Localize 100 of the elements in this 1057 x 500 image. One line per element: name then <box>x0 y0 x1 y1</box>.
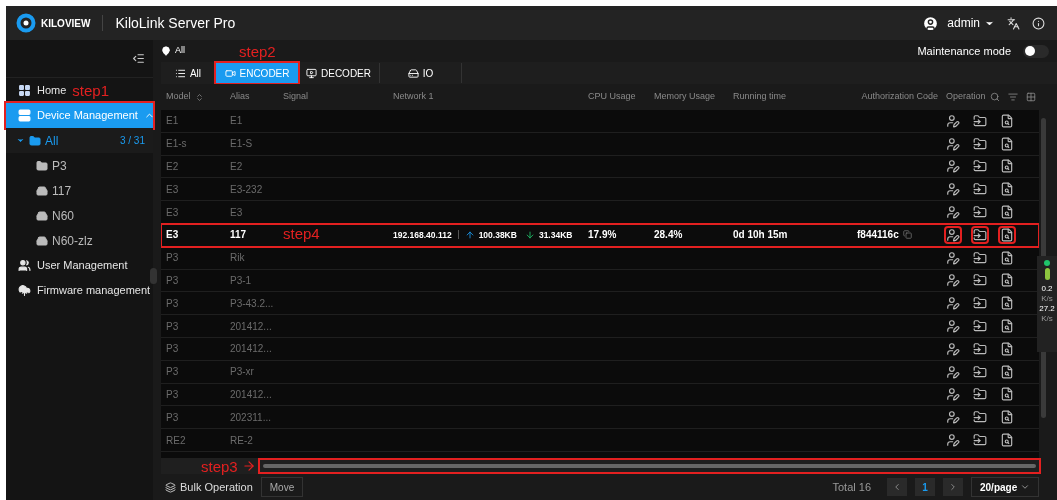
file-search-icon[interactable] <box>1000 364 1014 379</box>
user-edit-icon[interactable] <box>946 250 960 265</box>
user-edit-icon[interactable] <box>946 319 960 334</box>
device-count: 3 / 31 <box>119 134 145 148</box>
file-search-icon[interactable] <box>1000 433 1014 448</box>
table-cell-text: P3-43.2... <box>230 296 275 311</box>
total-count: Total 16 <box>832 479 871 495</box>
tree-item[interactable]: N60-zlz <box>6 228 153 253</box>
tree-item[interactable]: 117 <box>6 178 153 203</box>
page-size-select[interactable]: 20/page <box>971 477 1039 497</box>
table-cell-text: P3 <box>166 410 180 425</box>
user-edit-icon[interactable] <box>946 410 960 425</box>
user-edit-icon[interactable] <box>946 205 960 220</box>
page-button[interactable]: 1 <box>915 478 935 496</box>
sort-icon[interactable] <box>194 92 204 102</box>
table-cell-text: E3 <box>166 182 180 197</box>
maintenance-toggle[interactable] <box>1023 44 1049 58</box>
folder-arrow-icon[interactable] <box>973 364 987 379</box>
folder-arrow-icon[interactable] <box>973 341 987 356</box>
table-row[interactable]: P3 Rik <box>161 246 1039 270</box>
file-search-icon[interactable] <box>1000 205 1014 220</box>
tree-item[interactable]: All 3 / 31 <box>6 128 153 153</box>
folder-arrow-icon[interactable] <box>973 410 987 425</box>
speed-unit: K/s <box>1041 295 1053 303</box>
user-edit-icon[interactable] <box>946 227 960 242</box>
file-search-icon[interactable] <box>1000 319 1014 334</box>
user-edit-icon[interactable] <box>946 341 960 356</box>
table-cell-text: RE2 <box>166 433 187 448</box>
user-edit-icon[interactable] <box>946 296 960 311</box>
folder-arrow-icon[interactable] <box>973 182 987 197</box>
user-edit-icon[interactable] <box>946 182 960 197</box>
resize-handle[interactable] <box>150 268 157 284</box>
search-icon[interactable] <box>989 92 1000 102</box>
column-header[interactable]: Model <box>166 90 191 104</box>
folder-arrow-icon[interactable] <box>973 250 987 265</box>
folder-arrow-icon[interactable] <box>973 113 987 128</box>
file-search-icon[interactable] <box>1000 273 1014 288</box>
user-edit-icon[interactable] <box>946 364 960 379</box>
file-search-icon[interactable] <box>1000 341 1014 356</box>
menu-item[interactable]: Home step1 <box>6 78 153 103</box>
menu-item[interactable]: Device Management <box>6 103 153 128</box>
avatar-icon[interactable] <box>922 14 940 32</box>
user-edit-icon[interactable] <box>946 433 960 448</box>
user-edit-icon[interactable] <box>946 273 960 288</box>
menu-item[interactable]: Firmware management <box>6 278 153 303</box>
step-annotation: step4 <box>283 225 320 243</box>
folder-arrow-icon[interactable] <box>973 273 987 288</box>
move-button[interactable]: Move <box>260 477 304 497</box>
file-search-icon[interactable] <box>1000 136 1014 151</box>
folder-arrow-icon[interactable] <box>973 205 987 220</box>
chevron-right-icon <box>948 482 958 492</box>
ip-address: 192.168.40.112 <box>393 228 452 242</box>
io-icon <box>407 67 419 79</box>
user-edit-icon[interactable] <box>946 136 960 151</box>
folder-arrow-icon[interactable] <box>973 136 987 151</box>
info-icon[interactable] <box>1032 16 1045 30</box>
user-edit-icon[interactable] <box>946 113 960 128</box>
location-pin-icon <box>161 46 171 56</box>
file-search-icon[interactable] <box>1000 410 1014 425</box>
table-cell-text: E2 <box>230 160 244 174</box>
file-search-icon[interactable] <box>1000 113 1014 128</box>
folder-arrow-icon[interactable] <box>973 227 987 242</box>
user-name[interactable]: admin <box>947 14 980 32</box>
file-search-icon[interactable] <box>1000 227 1014 242</box>
horizontal-scrollbar[interactable] <box>259 460 1039 472</box>
tab[interactable]: IO <box>380 63 462 83</box>
user-edit-icon[interactable] <box>946 159 960 174</box>
tree-label: All <box>45 132 60 150</box>
folder-arrow-icon[interactable] <box>973 296 987 311</box>
language-icon[interactable] <box>1007 16 1020 30</box>
upload-speed: 0.2 <box>1041 285 1053 293</box>
folder-arrow-icon[interactable] <box>973 433 987 448</box>
user-edit-icon[interactable] <box>946 387 960 402</box>
column-header: Signal <box>283 90 309 104</box>
table-cell-text: E3 <box>166 205 180 220</box>
table-row[interactable]: E3 117 step4 192.168.40.112 100.38KB 31.34KB 17.9% 28.4% 0d 10h 15m f844116c <box>161 224 1039 247</box>
step-annotation: step1 <box>72 83 110 98</box>
file-search-icon[interactable] <box>1000 159 1014 174</box>
collapse-menu-icon[interactable] <box>132 52 145 65</box>
folder-arrow-icon[interactable] <box>973 159 987 174</box>
folder-arrow-icon[interactable] <box>973 387 987 402</box>
tree-label: 117 <box>52 182 73 200</box>
file-search-icon[interactable] <box>1000 296 1014 311</box>
table-cell-text: P3 <box>166 251 180 266</box>
table-cell-text: P3 <box>166 273 180 288</box>
table-cell-text: 17.9% <box>588 228 618 243</box>
file-search-icon[interactable] <box>1000 182 1014 197</box>
column-header: CPU Usage <box>588 90 636 104</box>
tab[interactable]: ENCODER <box>216 63 298 83</box>
columns-grid-icon[interactable] <box>1025 92 1036 102</box>
tab[interactable]: DECODER <box>298 63 380 83</box>
file-search-icon[interactable] <box>1000 250 1014 265</box>
file-search-icon[interactable] <box>1000 387 1014 402</box>
tree-item[interactable]: P3 <box>6 153 153 178</box>
menu-item[interactable]: User Management <box>6 253 153 278</box>
folder-arrow-icon[interactable] <box>973 319 987 334</box>
all-icon <box>174 67 186 79</box>
table-cell-text: 201412... <box>230 342 273 357</box>
tree-item[interactable]: N60 <box>6 203 153 228</box>
column-header: Authorization Code <box>861 90 938 104</box>
